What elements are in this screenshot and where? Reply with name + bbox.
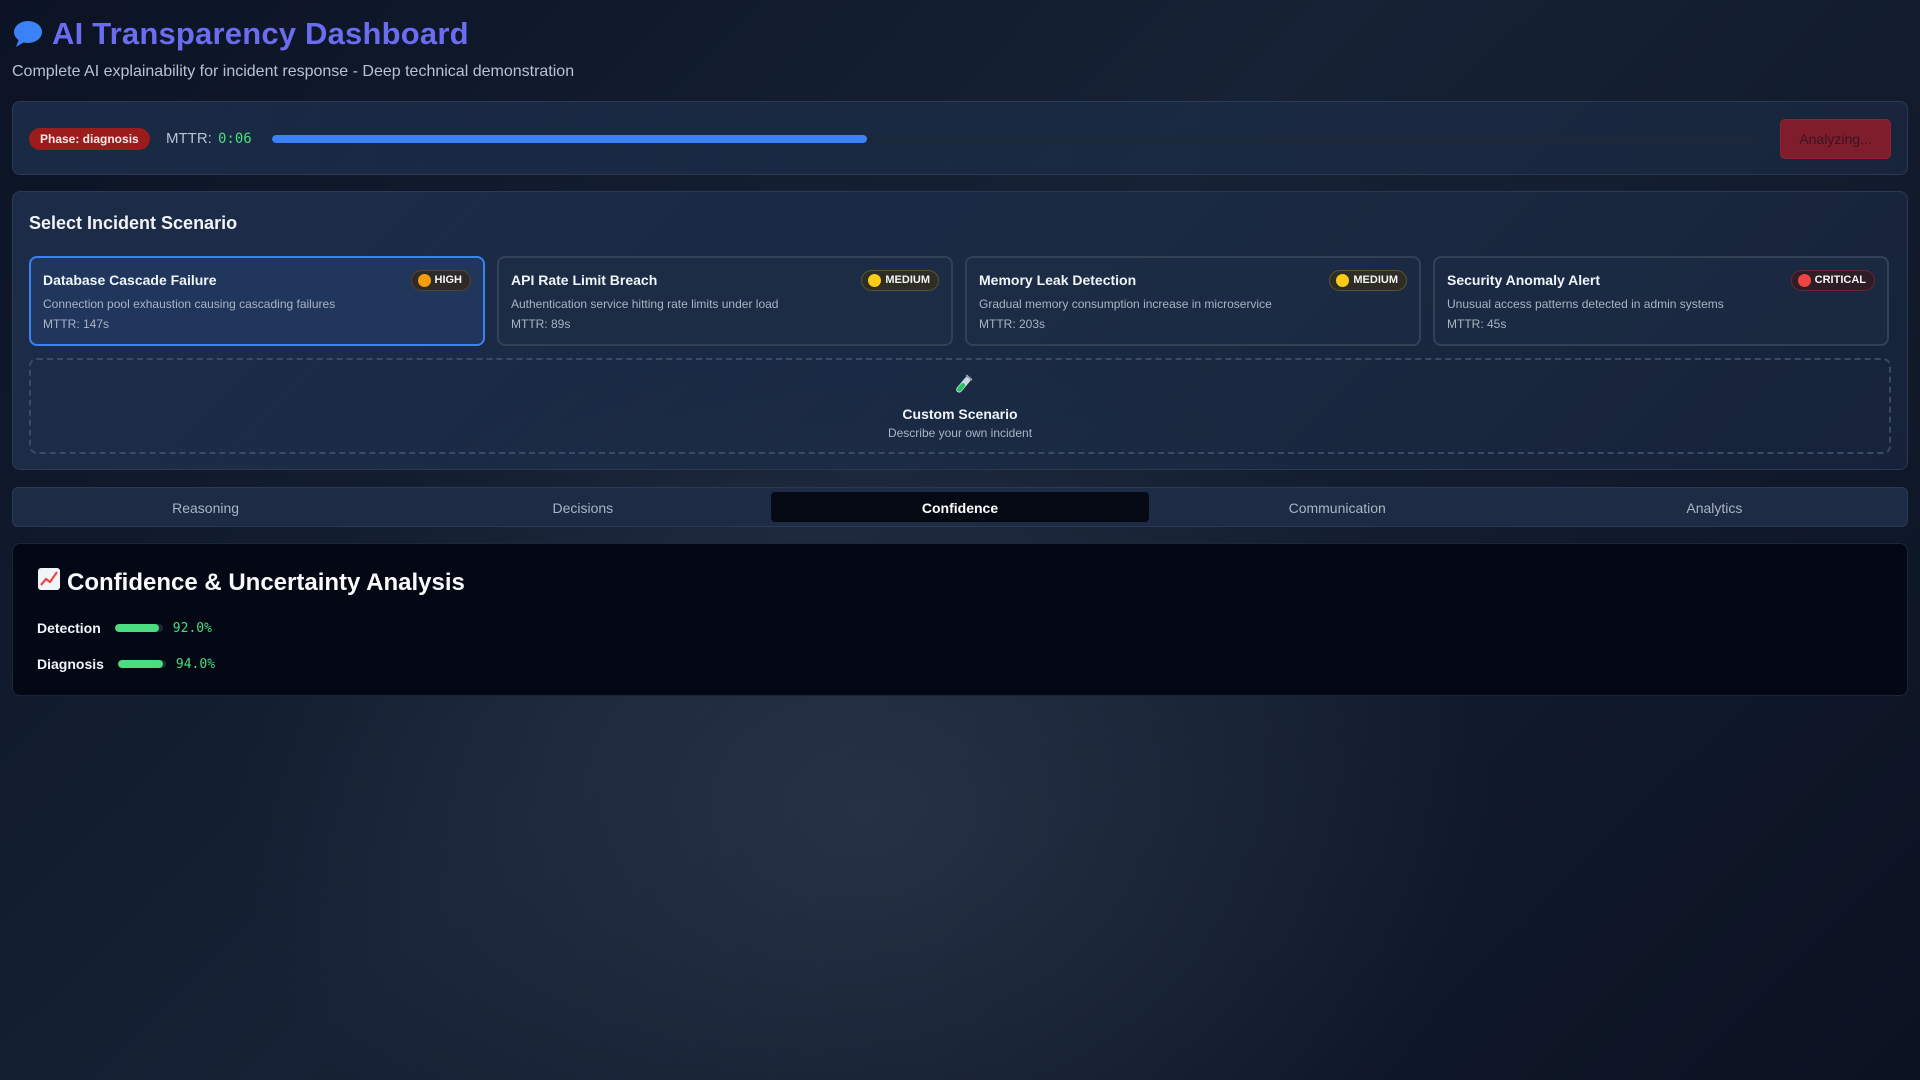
analyze-button[interactable]: Analyzing... xyxy=(1780,119,1891,159)
severity-badge: MEDIUM xyxy=(1329,270,1407,291)
scenario-card-description: Unusual access patterns detected in admi… xyxy=(1447,297,1724,311)
scenario-card-mttr: MTTR: 203s xyxy=(979,317,1046,331)
orange-circle-icon xyxy=(417,274,431,287)
scenario-card-title: Security Anomaly Alert xyxy=(1447,272,1601,288)
custom-scenario-button[interactable]: Custom Scenario Describe your own incide… xyxy=(29,358,1891,454)
phase-badge: Phase: diagnosis xyxy=(29,128,150,150)
tab-communication[interactable]: Communication xyxy=(1149,492,1526,522)
metric-label: Detection xyxy=(37,620,101,636)
scenario-card-api-rate-limit[interactable]: API Rate Limit Breach MEDIUM Authenticat… xyxy=(497,256,953,346)
scenario-card-database-cascade[interactable]: Database Cascade Failure HIGH Connection… xyxy=(29,256,485,346)
mttr-label: MTTR: xyxy=(166,130,212,147)
metric-diagnosis: Diagnosis 94.0% xyxy=(37,656,215,672)
test-tube-icon xyxy=(952,374,974,396)
scenario-card-description: Gradual memory consumption increase in m… xyxy=(979,297,1272,311)
severity-label: MEDIUM xyxy=(885,274,930,286)
metric-bar xyxy=(117,660,166,668)
custom-scenario-title: Custom Scenario xyxy=(902,406,1018,422)
scenario-card-security-anomaly[interactable]: Security Anomaly Alert CRITICAL Unusual … xyxy=(1433,256,1889,346)
severity-badge: MEDIUM xyxy=(861,270,939,291)
scenario-card-mttr: MTTR: 89s xyxy=(511,317,571,331)
confidence-panel-title: Confidence & Uncertainty Analysis xyxy=(67,568,465,596)
scenario-card-mttr: MTTR: 45s xyxy=(1447,317,1507,331)
tab-decisions[interactable]: Decisions xyxy=(394,492,771,522)
scenario-card-description: Connection pool exhaustion causing casca… xyxy=(43,297,336,311)
severity-label: MEDIUM xyxy=(1353,274,1398,286)
page-header: AI Transparency Dashboard xyxy=(12,16,469,52)
metric-bar-fill xyxy=(117,660,164,668)
scenario-card-memory-leak[interactable]: Memory Leak Detection MEDIUM Gradual mem… xyxy=(965,256,1421,346)
mttr-readout: MTTR: 0:06 xyxy=(166,130,252,147)
confidence-panel-header: Confidence & Uncertainty Analysis xyxy=(37,567,465,598)
progress-fill xyxy=(272,135,868,143)
incident-status-bar: Phase: diagnosis MTTR: 0:06 Analyzing... xyxy=(12,101,1908,175)
confidence-panel: Confidence & Uncertainty Analysis Detect… xyxy=(12,543,1908,696)
mttr-value: 0:06 xyxy=(218,131,252,147)
metric-value: 92.0% xyxy=(172,620,212,636)
severity-label: CRITICAL xyxy=(1814,274,1866,286)
scenario-card-title: Memory Leak Detection xyxy=(979,272,1137,288)
yellow-circle-icon xyxy=(868,274,882,287)
severity-badge: CRITICAL xyxy=(1790,270,1875,291)
incident-progress-bar xyxy=(272,135,1760,143)
speech-bubble-icon xyxy=(12,19,44,49)
metric-label: Diagnosis xyxy=(37,656,104,672)
scenario-section-title: Select Incident Scenario xyxy=(29,213,238,233)
red-circle-icon xyxy=(1797,274,1811,287)
metric-value: 94.0% xyxy=(175,656,216,672)
yellow-circle-icon xyxy=(1336,274,1350,287)
scenario-card-title: API Rate Limit Breach xyxy=(511,272,658,288)
scenario-card-description: Authentication service hitting rate limi… xyxy=(511,297,779,311)
chart-increasing-icon xyxy=(37,567,61,598)
tab-analytics[interactable]: Analytics xyxy=(1526,492,1903,522)
scenario-cards: Database Cascade Failure HIGH Connection… xyxy=(29,256,1889,346)
analysis-tabs: Reasoning Decisions Confidence Communica… xyxy=(12,487,1908,527)
metric-bar xyxy=(114,624,163,632)
page-subtitle: Complete AI explainability for incident … xyxy=(12,63,575,80)
scenario-selector: Select Incident Scenario Database Cascad… xyxy=(12,191,1908,470)
severity-badge: HIGH xyxy=(410,270,471,291)
scenario-card-mttr: MTTR: 147s xyxy=(43,317,110,331)
tab-reasoning[interactable]: Reasoning xyxy=(17,492,394,522)
scenario-card-title: Database Cascade Failure xyxy=(43,272,217,288)
metric-bar-fill xyxy=(114,624,159,632)
custom-scenario-description: Describe your own incident xyxy=(887,426,1033,440)
metric-detection: Detection 92.0% xyxy=(37,620,212,636)
tab-confidence[interactable]: Confidence xyxy=(771,492,1149,522)
page-title: AI Transparency Dashboard xyxy=(52,16,469,51)
severity-label: HIGH xyxy=(434,274,463,286)
